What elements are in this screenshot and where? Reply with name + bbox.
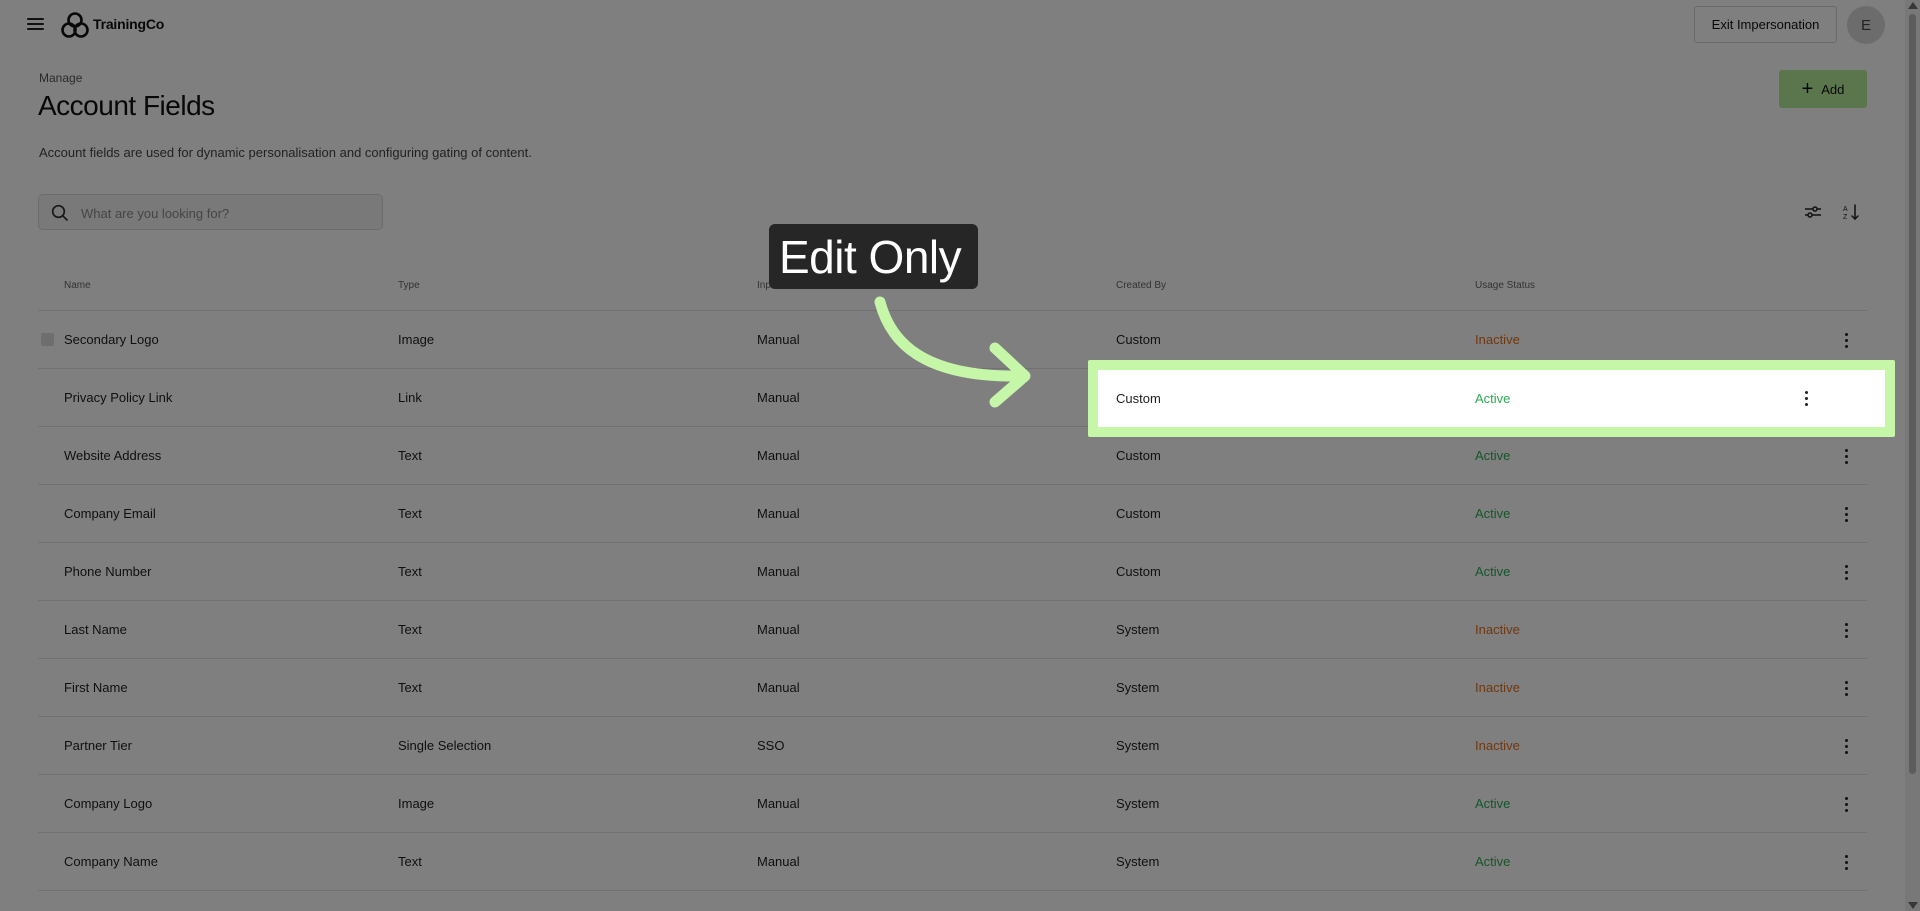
tutorial-overlay: [0, 0, 1920, 911]
kebab-icon[interactable]: [1798, 389, 1814, 407]
highlighted-row[interactable]: Custom Active: [1098, 370, 1885, 427]
curved-arrow-icon: [874, 296, 1031, 408]
highlighted-created-by: Custom: [1116, 391, 1161, 406]
highlighted-usage-status: Active: [1475, 391, 1511, 406]
callout-label: Edit Only: [769, 224, 978, 289]
